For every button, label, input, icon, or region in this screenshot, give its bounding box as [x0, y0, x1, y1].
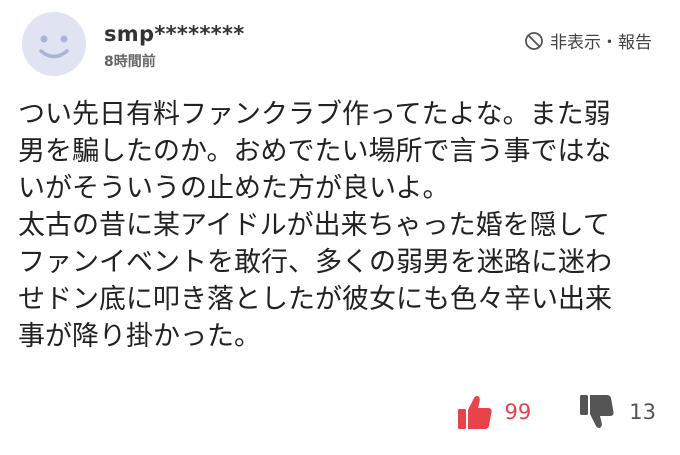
- comment-line: せドン底に叩き落としたが彼女にも色々辛い出来: [18, 284, 612, 315]
- smiley-avatar-icon: [39, 35, 69, 59]
- thumbs-down-icon: [580, 395, 614, 428]
- comment-line: ファンイベントを敢行、多くの弱男を迷路に迷わ: [18, 247, 612, 278]
- comment-body: つい先日有料ファンクラブ作ってたよな。また弱 男を騙したのか。おめでたい場所で言…: [18, 96, 668, 355]
- dislike-count: 13: [629, 400, 656, 424]
- comment-line: いがそういうの止めた方が良いよ。: [18, 173, 450, 204]
- dislike-button[interactable]: 13: [577, 392, 656, 432]
- comment-line: 男を騙したのか。おめでたい場所で言う事ではな: [18, 136, 612, 167]
- ban-icon: [525, 31, 543, 50]
- hide-report-button[interactable]: 非表示・報告: [524, 28, 652, 53]
- hide-report-label: 非表示・報告: [550, 33, 652, 53]
- timestamp: 8時間前: [104, 54, 156, 70]
- username[interactable]: smp********: [104, 22, 245, 46]
- like-button[interactable]: 99: [455, 392, 532, 432]
- comment-line: 太古の昔に某アイドルが出来ちゃった婚を隠して: [18, 210, 610, 241]
- thumbs-up-icon: [457, 396, 492, 429]
- comment-line: 事が降り掛かった。: [18, 321, 261, 352]
- comment-line: つい先日有料ファンクラブ作ってたよな。また弱: [18, 99, 611, 130]
- like-count: 99: [504, 400, 532, 424]
- avatar[interactable]: [22, 12, 86, 76]
- reactions-bar: 99 13: [455, 392, 656, 432]
